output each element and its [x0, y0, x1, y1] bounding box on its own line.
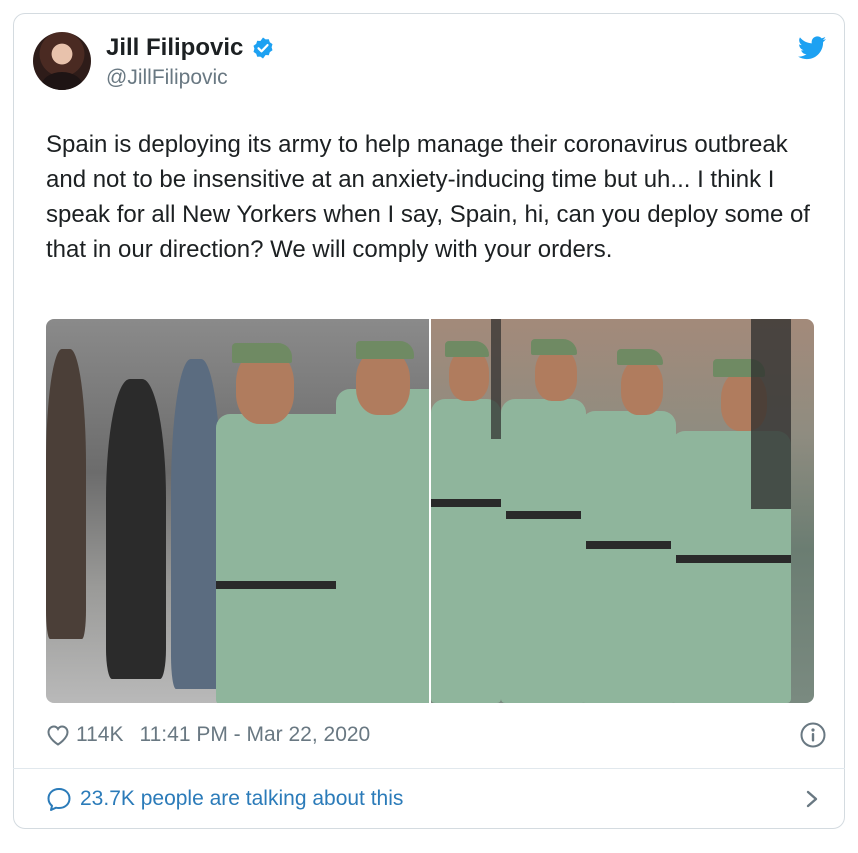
author-name-row: Jill Filipovic — [106, 34, 275, 62]
conversation-link[interactable]: 23.7K people are talking about this — [46, 784, 826, 814]
tweet-media — [46, 319, 814, 703]
soldier-figure — [431, 319, 814, 703]
heart-icon[interactable] — [46, 724, 70, 746]
crowd-figure — [106, 379, 166, 679]
info-icon[interactable] — [800, 722, 826, 748]
author-name[interactable]: Jill Filipovic — [106, 34, 243, 62]
tweet-header: Jill Filipovic @JillFilipovic — [33, 32, 826, 92]
tweet-text: Spain is deploying its army to help mana… — [46, 131, 810, 263]
divider — [13, 768, 845, 769]
tweet-footer: 114K 11:41 PM - Mar 22, 2020 — [46, 720, 826, 750]
tweet-timestamp[interactable]: 11:41 PM - Mar 22, 2020 — [140, 723, 371, 747]
avatar-shoulders — [41, 72, 83, 90]
twitter-bird-icon[interactable] — [798, 36, 826, 60]
soldier-figure — [196, 319, 429, 703]
photo-soldiers-crowd[interactable] — [46, 319, 429, 703]
verified-badge-icon — [253, 37, 273, 59]
photo-soldiers-parade[interactable] — [431, 319, 814, 703]
avatar[interactable] — [33, 32, 91, 90]
speech-bubble-icon — [47, 788, 71, 811]
chevron-right-icon — [806, 790, 818, 808]
like-count[interactable]: 114K — [76, 723, 124, 747]
author-handle[interactable]: @JillFilipovic — [106, 66, 228, 90]
crowd-figure — [46, 349, 86, 639]
conversation-label: 23.7K people are talking about this — [80, 787, 404, 810]
